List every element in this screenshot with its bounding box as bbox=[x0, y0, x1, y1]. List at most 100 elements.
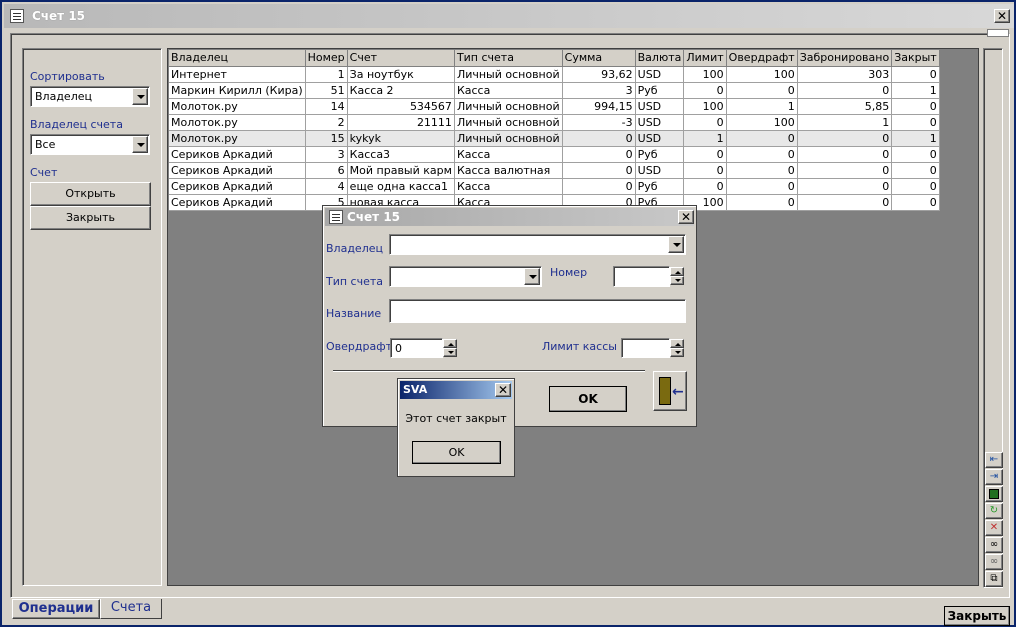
stepper-up-icon[interactable] bbox=[670, 267, 684, 276]
table-cell[interactable]: Касса bbox=[454, 146, 563, 163]
owner-filter-combo[interactable]: Все bbox=[30, 134, 150, 155]
col-header[interactable]: Лимит bbox=[683, 50, 727, 67]
table-cell[interactable]: Сериков Аркадий bbox=[169, 162, 306, 179]
overdraft-stepper[interactable] bbox=[443, 339, 457, 358]
table-cell[interactable]: 0 bbox=[726, 194, 798, 211]
stepper-down-icon[interactable] bbox=[670, 348, 684, 357]
dialog-overdraft-input[interactable]: 0 bbox=[390, 338, 443, 358]
open-account-button[interactable]: Открыть bbox=[30, 182, 151, 206]
table-cell[interactable]: 0 bbox=[797, 194, 893, 211]
stepper-down-icon[interactable] bbox=[443, 348, 457, 357]
col-header[interactable]: Тип счета bbox=[454, 50, 563, 67]
table-cell[interactable]: 303 bbox=[797, 66, 893, 83]
table-cell[interactable]: USD bbox=[635, 98, 685, 115]
table-row[interactable]: Сериков Аркадий 6 Мой правый карм Касса вал… bbox=[169, 162, 940, 179]
table-cell[interactable]: 0 bbox=[891, 114, 940, 131]
table-cell[interactable]: 0 bbox=[797, 82, 893, 99]
refresh-icon[interactable]: ↻ bbox=[985, 503, 1003, 519]
table-cell[interactable]: 0 bbox=[891, 98, 940, 115]
table-cell[interactable]: Руб bbox=[635, 146, 685, 163]
table-cell[interactable]: 0 bbox=[797, 162, 893, 179]
table-row[interactable]: Сериков Аркадий 3 Касса3 Касса 0 Руб 0 0 0 0 bbox=[169, 146, 940, 163]
table-row[interactable]: Молоток.ру 2 21111 Личный основной -3 USD 0 100… bbox=[169, 114, 940, 131]
table-cell[interactable]: 0 bbox=[562, 162, 636, 179]
table-cell[interactable]: 51 bbox=[305, 82, 348, 99]
table-row[interactable]: Интернет 1 За ноутбук Личный основной 93,62 U… bbox=[169, 66, 940, 83]
chevron-down-icon[interactable] bbox=[524, 268, 540, 285]
tab-operations[interactable]: Операции bbox=[12, 599, 100, 619]
col-header[interactable]: Сумма bbox=[562, 50, 636, 67]
table-row[interactable]: Маркин Кирилл (Кира) 51 Касса 2 Касса 3 Руб 0 0… bbox=[169, 82, 940, 99]
chevron-down-icon[interactable] bbox=[132, 88, 148, 105]
table-cell[interactable]: 14 bbox=[305, 98, 348, 115]
table-cell[interactable]: 0 bbox=[683, 146, 727, 163]
table-cell[interactable]: 1 bbox=[891, 130, 940, 147]
table-cell[interactable]: 100 bbox=[683, 98, 727, 115]
save-icon[interactable] bbox=[985, 486, 1003, 502]
table-cell[interactable]: Касса3 bbox=[347, 146, 455, 163]
table-cell[interactable]: 0 bbox=[726, 130, 798, 147]
table-cell[interactable]: Касса bbox=[454, 82, 563, 99]
number-stepper[interactable] bbox=[670, 267, 684, 286]
table-cell[interactable]: 3 bbox=[562, 82, 636, 99]
chevron-down-icon[interactable] bbox=[668, 236, 684, 253]
table-cell[interactable]: 1 bbox=[305, 66, 348, 83]
msgbox-close-button[interactable]: ✕ bbox=[495, 383, 511, 397]
table-cell[interactable]: 100 bbox=[683, 66, 727, 83]
table-cell[interactable]: 100 bbox=[726, 66, 798, 83]
nav-next-icon[interactable]: ⇥ bbox=[985, 469, 1003, 485]
dialog-name-input[interactable] bbox=[389, 299, 686, 323]
table-cell[interactable]: 4 bbox=[305, 178, 348, 195]
table-row[interactable]: Сериков Аркадий 4 еще одна касса1 Касса 0 Руб… bbox=[169, 178, 940, 195]
table-cell[interactable]: 0 bbox=[726, 178, 798, 195]
window-close-button[interactable]: ✕ bbox=[994, 9, 1010, 23]
table-cell[interactable]: 0 bbox=[726, 162, 798, 179]
dialog-number-input[interactable] bbox=[613, 266, 670, 287]
table-cell[interactable]: Мой правый карм bbox=[347, 162, 455, 179]
table-cell[interactable]: 994,15 bbox=[562, 98, 636, 115]
table-cell[interactable]: Интернет bbox=[169, 66, 306, 83]
table-cell[interactable]: 0 bbox=[726, 146, 798, 163]
table-cell[interactable]: Личный основной bbox=[454, 66, 563, 83]
table-cell[interactable]: 0 bbox=[683, 178, 727, 195]
table-cell[interactable]: Руб bbox=[635, 178, 685, 195]
table-cell[interactable]: Касса валютная bbox=[454, 162, 563, 179]
table-cell[interactable]: еще одна касса1 bbox=[347, 178, 455, 195]
table-cell[interactable]: 0 bbox=[891, 178, 940, 195]
table-cell[interactable]: 0 bbox=[683, 114, 727, 131]
table-cell[interactable]: Молоток.ру bbox=[169, 114, 306, 131]
table-cell[interactable]: -3 bbox=[562, 114, 636, 131]
table-cell[interactable]: Личный основной bbox=[454, 130, 563, 147]
table-cell[interactable]: kykyk bbox=[347, 130, 455, 147]
dialog-close-button[interactable]: ✕ bbox=[678, 210, 694, 224]
table-cell[interactable]: Касса bbox=[454, 178, 563, 195]
close-account-button[interactable]: Закрыть bbox=[30, 206, 151, 230]
table-cell[interactable]: 3 bbox=[305, 146, 348, 163]
table-cell[interactable]: 0 bbox=[891, 194, 940, 211]
table-cell[interactable]: 1 bbox=[797, 114, 893, 131]
col-header[interactable]: Валюта bbox=[635, 50, 685, 67]
copy-icon[interactable]: ⧉ bbox=[985, 571, 1003, 587]
table-cell[interactable]: 15 bbox=[305, 130, 348, 147]
col-header[interactable]: Закрыт bbox=[891, 50, 940, 67]
table-cell[interactable]: 0 bbox=[891, 146, 940, 163]
sort-combo[interactable]: Владелец bbox=[30, 86, 150, 107]
exit-door-icon[interactable]: ← bbox=[653, 371, 687, 411]
stepper-up-icon[interactable] bbox=[443, 339, 457, 348]
table-cell[interactable]: 2 bbox=[305, 114, 348, 131]
table-cell[interactable]: Молоток.ру bbox=[169, 98, 306, 115]
table-cell[interactable]: 534567 bbox=[347, 98, 455, 115]
col-header[interactable]: Номер bbox=[305, 50, 348, 67]
table-cell[interactable]: Касса 2 bbox=[347, 82, 455, 99]
table-cell[interactable]: Маркин Кирилл (Кира) bbox=[169, 82, 306, 99]
table-cell[interactable]: 0 bbox=[797, 130, 893, 147]
table-cell[interactable]: Сериков Аркадий bbox=[169, 178, 306, 195]
table-cell[interactable]: 0 bbox=[683, 162, 727, 179]
table-cell[interactable]: Личный основной bbox=[454, 98, 563, 115]
table-cell[interactable]: 100 bbox=[726, 114, 798, 131]
find-next-icon[interactable]: ∞ bbox=[985, 554, 1003, 570]
table-cell[interactable]: 0 bbox=[683, 82, 727, 99]
dialog-owner-combo[interactable] bbox=[389, 234, 686, 255]
col-header[interactable]: Владелец bbox=[169, 50, 306, 67]
table-cell[interactable]: 0 bbox=[797, 178, 893, 195]
